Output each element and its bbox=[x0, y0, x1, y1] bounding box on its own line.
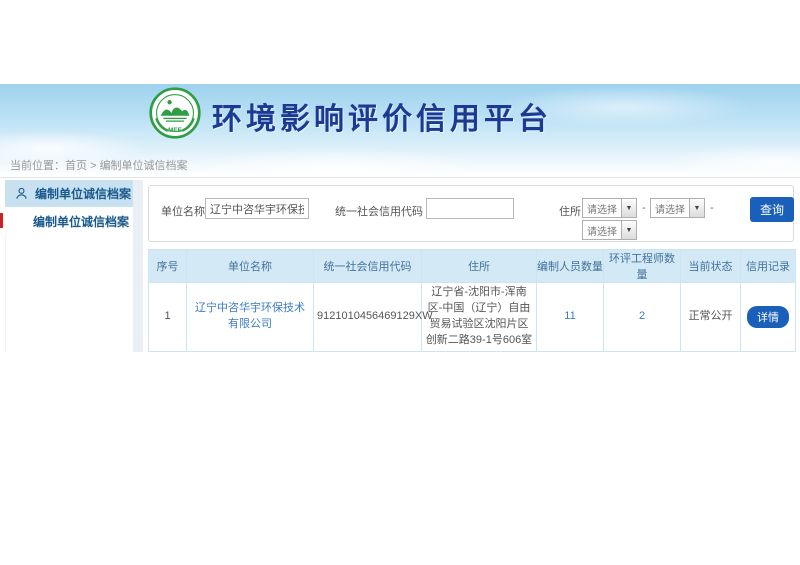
cell-credit-code: 9121010456469129XW bbox=[314, 283, 422, 352]
col-header-status: 当前状态 bbox=[681, 250, 741, 283]
engineer-count-link[interactable]: 2 bbox=[639, 310, 645, 322]
query-button[interactable]: 查询 bbox=[750, 197, 794, 222]
detail-button[interactable]: 详情 bbox=[747, 306, 789, 328]
svg-text:MEE: MEE bbox=[168, 127, 182, 134]
chevron-down-icon: ▼ bbox=[621, 199, 636, 217]
col-header-credit-code: 统一社会信用代码 bbox=[314, 250, 422, 283]
breadcrumb-separator: > bbox=[90, 160, 96, 172]
cell-status: 正常公开 bbox=[681, 283, 741, 352]
credit-code-input[interactable] bbox=[426, 198, 514, 219]
breadcrumb-prefix: 当前位置： bbox=[10, 160, 65, 172]
address-dash-2: - bbox=[710, 202, 714, 214]
sidebar-section-header[interactable]: 编制单位诚信档案 bbox=[5, 180, 133, 207]
page: MEE 环境影响评价信用平台 当前位置：首页 > 编制单位诚信档案 编制单位诚信… bbox=[0, 0, 800, 565]
col-header-staff-count: 编制人员数量 bbox=[537, 250, 604, 283]
sidebar-section-label: 编制单位诚信档案 bbox=[35, 185, 131, 202]
credit-code-label: 统一社会信用代码 ： bbox=[335, 203, 437, 219]
unit-name-input[interactable] bbox=[205, 198, 309, 219]
col-header-engineer-count: 环评工程师数量 bbox=[604, 250, 681, 283]
col-header-address: 住所 bbox=[422, 250, 537, 283]
cell-address: 辽宁省-沈阳市-浑南区-中国（辽宁）自由贸易试验区沈阳片区创新二路39-1号60… bbox=[422, 283, 537, 352]
col-header-name: 单位名称 bbox=[187, 250, 314, 283]
staff-count-link[interactable]: 11 bbox=[564, 310, 575, 322]
company-name-link[interactable]: 辽宁中咨华宇环保技术有限公司 bbox=[195, 302, 305, 330]
mee-logo-icon: MEE bbox=[148, 86, 202, 140]
table-header-row: 序号 单位名称 统一社会信用代码 住所 编制人员数量 环评工程师数量 当前状态 … bbox=[149, 250, 796, 283]
table-row: 1 辽宁中咨华宇环保技术有限公司 9121010456469129XW 辽宁省-… bbox=[149, 283, 796, 352]
breadcrumb: 当前位置：首页 > 编制单位诚信档案 bbox=[10, 157, 188, 173]
results-table: 序号 单位名称 统一社会信用代码 住所 编制人员数量 环评工程师数量 当前状态 … bbox=[148, 249, 796, 352]
header-divider bbox=[0, 177, 800, 178]
sidebar-item-label: 编制单位诚信档案 bbox=[33, 213, 129, 230]
cell-index: 1 bbox=[149, 283, 187, 352]
province-select[interactable]: 请选择 ▼ bbox=[582, 198, 637, 218]
search-panel: 单位名称 ： 统一社会信用代码 ： 住所 ： 请选择 ▼ - 请选择 ▼ - 请… bbox=[148, 185, 794, 242]
chevron-down-icon: ▼ bbox=[689, 199, 704, 217]
city-select[interactable]: 请选择 ▼ bbox=[650, 198, 705, 218]
col-header-credit-record: 信用记录 bbox=[741, 250, 796, 283]
user-icon bbox=[15, 187, 28, 200]
sidebar-item-credit-archive[interactable]: 编制单位诚信档案 bbox=[5, 207, 133, 235]
chevron-down-icon: ▼ bbox=[621, 221, 636, 239]
active-item-marker bbox=[0, 213, 3, 228]
breadcrumb-current: 编制单位诚信档案 bbox=[100, 160, 188, 172]
district-select[interactable]: 请选择 ▼ bbox=[582, 220, 637, 240]
breadcrumb-home-link[interactable]: 首页 bbox=[65, 160, 87, 172]
page-title: 环境影响评价信用平台 bbox=[212, 94, 552, 138]
col-header-index: 序号 bbox=[149, 250, 187, 283]
sidebar-scroll-strip bbox=[133, 180, 143, 352]
address-dash-1: - bbox=[642, 202, 646, 214]
